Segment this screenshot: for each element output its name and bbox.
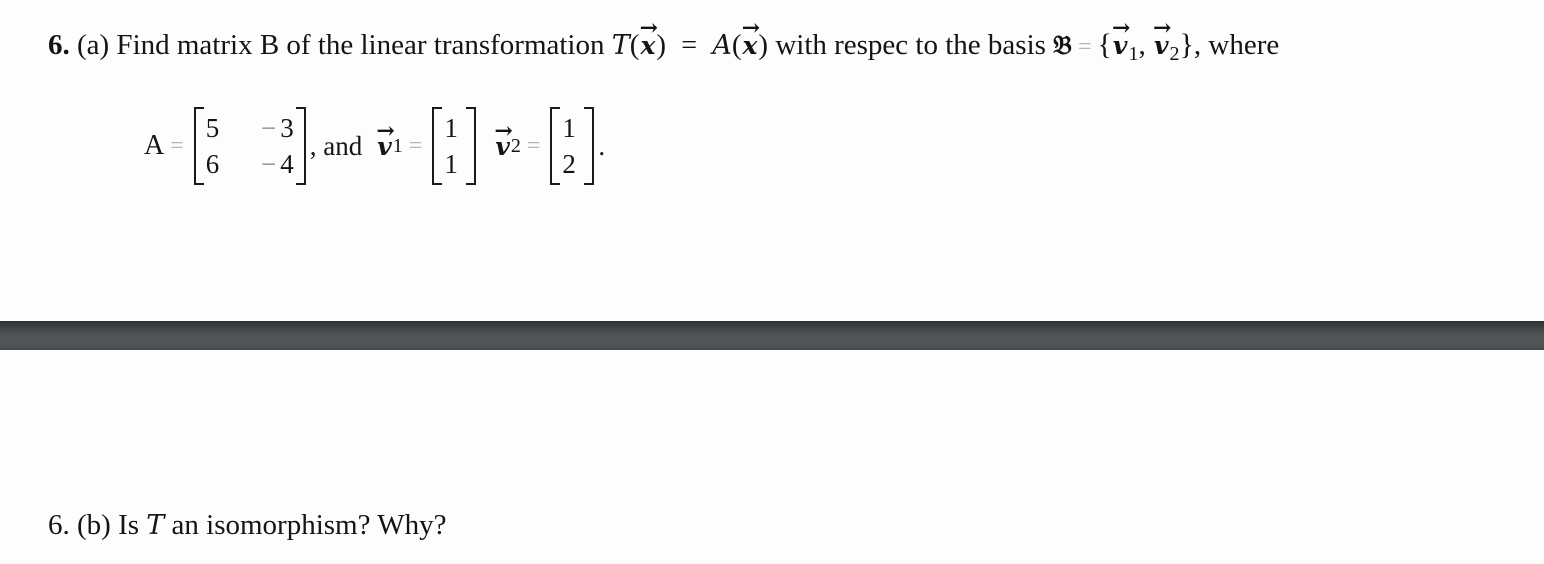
vector-arrow-icon: → <box>639 15 659 41</box>
matrix-A-cell: 6 <box>205 149 220 179</box>
equals-sign: = <box>170 132 184 159</box>
subscript-2: 2 <box>1169 43 1180 65</box>
vector-arrow-icon: → <box>376 117 395 144</box>
question-6b: 6. (b) Is T an isomorphism? Why? <box>48 508 446 543</box>
given-definitions: A = 5 −3 6 −4 , and → v 1 = 1 1 → v 2 = 1 2 … <box>144 100 605 192</box>
basis-symbol: 𝔅 <box>1053 31 1072 61</box>
vector-v1-entry: 1 <box>444 149 458 179</box>
matrix-A-cell: −3 <box>261 113 294 143</box>
matrix-A-cell: −4 <box>261 149 294 179</box>
vector-v2: → v <box>1153 17 1171 63</box>
question-6a-text: (a) Find matrix B of the linear transfor… <box>77 29 605 61</box>
vector-arrow-icon: → <box>1111 15 1131 41</box>
transformation-symbol-T: T <box>611 30 630 61</box>
question-6b-text-end: an isomorphism? Why? <box>171 509 447 541</box>
comma: , <box>1138 29 1146 61</box>
vector-v2-entry: 2 <box>562 149 576 179</box>
equals-sign: = <box>681 30 698 61</box>
vector-arrow-icon: → <box>1152 15 1172 41</box>
question-number: 6. <box>48 29 70 61</box>
vector-v2: → v <box>494 120 512 161</box>
transformation-symbol-T: T <box>146 510 165 541</box>
vector-arrow-icon: → <box>741 15 761 41</box>
and-text: , and <box>309 130 363 161</box>
vector-v2-column: 1 2 <box>550 107 595 185</box>
subscript-1: 1 <box>1128 43 1139 65</box>
vector-x: → x <box>639 17 658 63</box>
section-divider <box>0 321 1544 350</box>
equals-sign: = <box>408 132 423 159</box>
vector-v1: → v <box>376 120 394 161</box>
matrix-A-cell: 5 <box>205 113 220 143</box>
brace-close: } <box>1179 28 1194 61</box>
matrix-A: 5 −3 6 −4 <box>193 107 306 185</box>
question-6a-trailing: , where <box>1193 29 1280 61</box>
vector-v1: → v <box>1112 17 1130 63</box>
vector-x: → x <box>741 17 760 63</box>
period: . <box>598 130 606 161</box>
question-6a-text-continued: with respec to the basis <box>775 29 1046 61</box>
vector-v1-column: 1 1 <box>432 107 477 185</box>
vector-v2-entry: 1 <box>562 113 576 143</box>
vector-v1-entry: 1 <box>444 113 458 143</box>
question-6b-text: 6. (b) Is <box>48 509 140 541</box>
question-6a: 6. (a) Find matrix B of the linear trans… <box>48 17 1280 71</box>
vector-arrow-icon: → <box>494 117 513 144</box>
matrix-A-label: A <box>144 130 165 161</box>
matrix-symbol-A: A <box>712 30 732 61</box>
equals-sign: = <box>526 132 541 159</box>
equals-sign: = <box>1077 34 1092 60</box>
